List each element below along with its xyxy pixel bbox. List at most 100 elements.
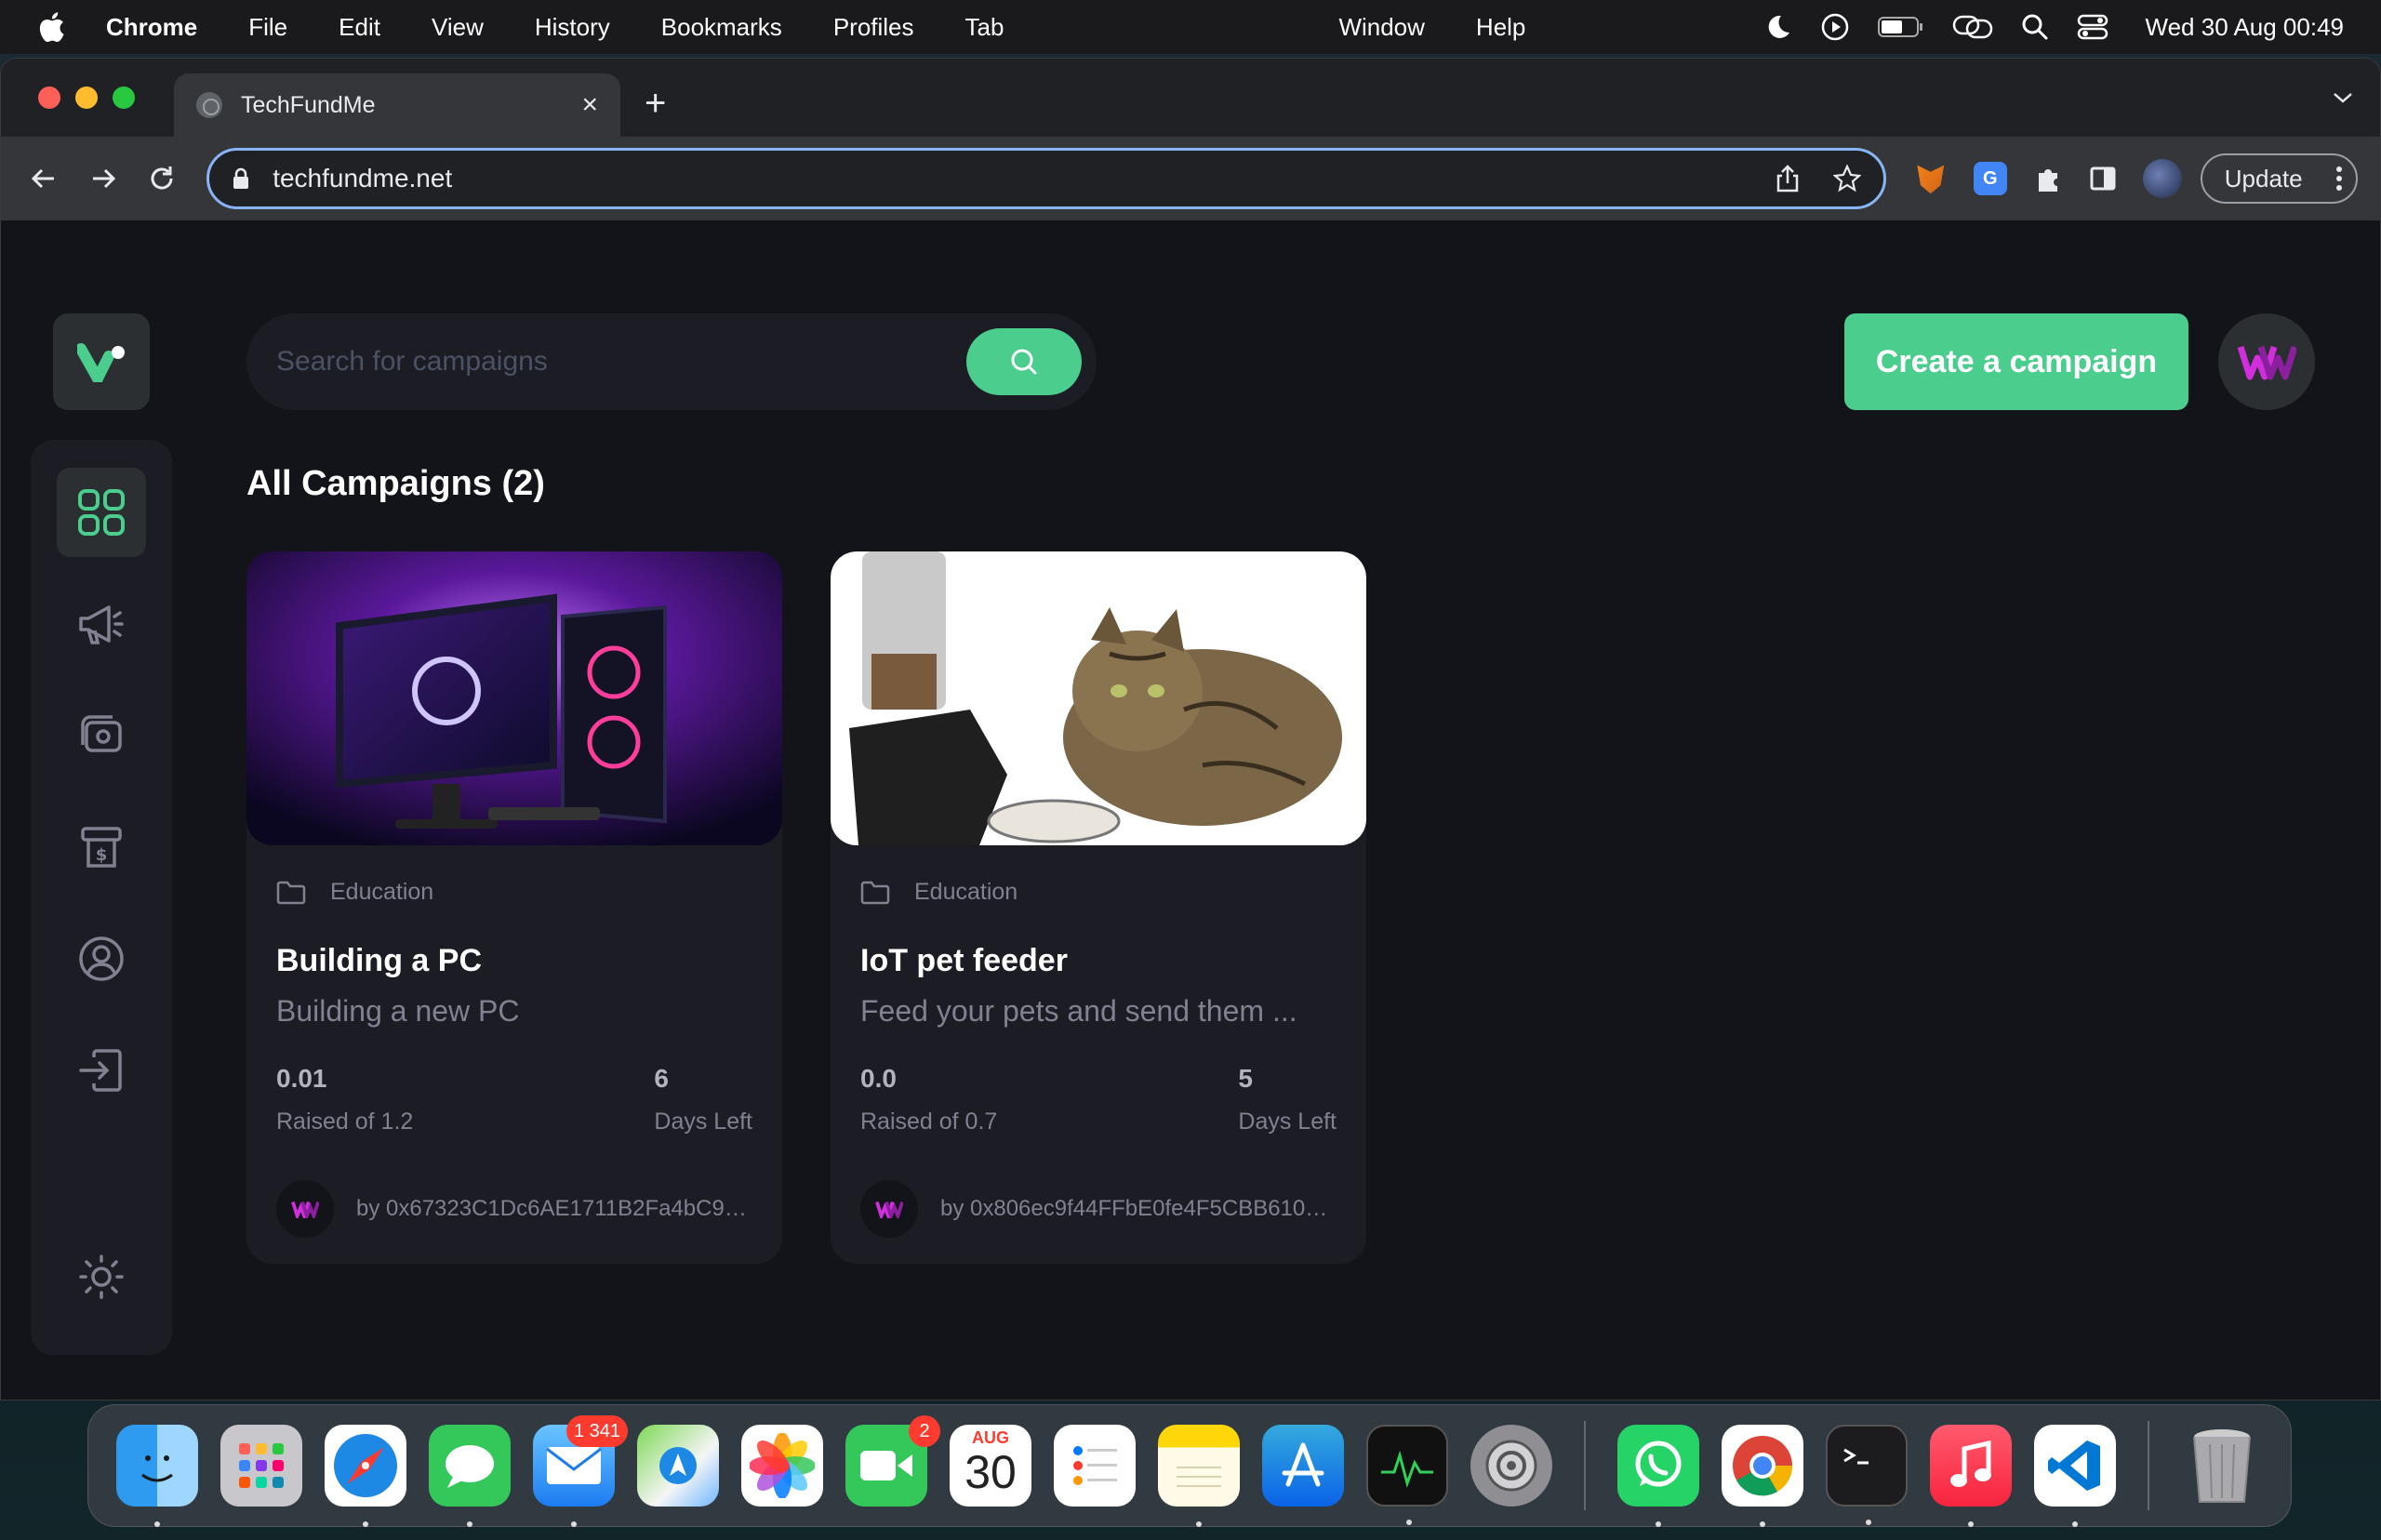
dock-messages[interactable]: [429, 1425, 511, 1527]
apple-icon[interactable]: [37, 11, 65, 43]
dock-app-store[interactable]: [1262, 1425, 1344, 1507]
page-content: $ Create a campaign All Campaigns (2): [1, 220, 2380, 1400]
menu-history[interactable]: History: [535, 13, 610, 42]
search-button[interactable]: [966, 328, 1082, 395]
profile-avatar-button[interactable]: [2218, 313, 2315, 410]
menu-view[interactable]: View: [432, 13, 484, 42]
share-icon[interactable]: [1776, 165, 1800, 192]
tab-techfundme[interactable]: TechFundMe ×: [174, 73, 620, 137]
tab-close-icon[interactable]: ×: [581, 89, 598, 121]
message-bubble-icon: [446, 1445, 494, 1488]
payment-icon: [81, 715, 122, 752]
dock-trash[interactable]: [2181, 1425, 2263, 1507]
sidebar-item-withdraw[interactable]: $: [57, 803, 146, 892]
dock-system-settings[interactable]: [1470, 1425, 1552, 1507]
menu-window[interactable]: Window: [1338, 13, 1424, 42]
menubar-clock[interactable]: Wed 30 Aug 00:49: [2146, 13, 2344, 42]
megaphone-icon: [79, 605, 124, 644]
screen-mirroring-icon[interactable]: [1952, 13, 1993, 41]
menu-help[interactable]: Help: [1476, 13, 1525, 42]
search-bar: [246, 313, 1097, 410]
metamask-icon[interactable]: [1917, 165, 1945, 194]
site-logo[interactable]: [53, 313, 150, 410]
video-camera-icon: [860, 1451, 912, 1480]
search-input[interactable]: [276, 334, 966, 390]
minimize-window-button[interactable]: [75, 86, 98, 109]
dock-maps[interactable]: [637, 1425, 719, 1507]
menu-bookmarks[interactable]: Bookmarks: [661, 13, 782, 42]
sidebar-item-dashboard[interactable]: [57, 468, 146, 557]
dock-terminal[interactable]: [1826, 1425, 1908, 1525]
forward-button[interactable]: [83, 158, 124, 199]
chevron-down-icon[interactable]: [2332, 90, 2354, 105]
svg-text:$: $: [96, 845, 108, 865]
dock-music[interactable]: [1930, 1425, 2012, 1527]
arrow-left-icon: [31, 168, 54, 189]
dock-calendar[interactable]: AUG 30: [950, 1425, 1031, 1507]
whatsapp-icon: [1635, 1440, 1682, 1487]
create-campaign-button[interactable]: Create a campaign: [1844, 313, 2188, 410]
theme-toggle-button[interactable]: [57, 1232, 146, 1321]
wallet-logo-icon: [875, 1201, 903, 1218]
sidebar-item-profile[interactable]: [57, 914, 146, 1003]
browser-window: TechFundMe × + techfundme.net G Update $…: [0, 58, 2381, 1401]
chrome-profile-avatar[interactable]: [2142, 159, 2182, 198]
puzzle-icon[interactable]: [2033, 164, 2063, 193]
zoom-window-button[interactable]: [113, 86, 135, 109]
owner-address: by 0x67323C1Dc6AE1711B2Fa4bC971...: [356, 1196, 747, 1221]
calendar-day: 30: [964, 1446, 1017, 1498]
campaign-raised: 0.01 Raised of 1.2: [276, 1064, 413, 1135]
dashboard-icon: [78, 489, 125, 536]
moon-icon[interactable]: [1764, 13, 1792, 41]
spotlight-icon[interactable]: [2021, 13, 2049, 41]
tab-strip: TechFundMe × +: [1, 59, 2380, 137]
dock-reminders[interactable]: [1054, 1425, 1136, 1507]
sidebar-item-logout[interactable]: [57, 1026, 146, 1115]
browser-toolbar: techfundme.net G Update: [1, 137, 2380, 220]
dock-activity-monitor[interactable]: [1366, 1425, 1448, 1525]
mail-badge: 1 341: [565, 1415, 628, 1447]
dock-whatsapp[interactable]: [1617, 1425, 1699, 1527]
menu-file[interactable]: File: [248, 13, 287, 42]
side-panel-icon[interactable]: [2089, 165, 2117, 192]
menu-profiles[interactable]: Profiles: [833, 13, 914, 42]
close-window-button[interactable]: [38, 86, 60, 109]
dock-finder[interactable]: [116, 1425, 198, 1527]
safari-compass-icon: [334, 1434, 397, 1497]
campaign-card[interactable]: Education Building a PC Building a new P…: [246, 551, 782, 1264]
campaign-category-label: Education: [330, 879, 434, 905]
menu-tab[interactable]: Tab: [965, 13, 1004, 42]
dock-notes[interactable]: [1158, 1425, 1240, 1527]
update-label: Update: [2224, 164, 2303, 192]
translate-icon[interactable]: G: [1973, 162, 2007, 195]
campaign-card[interactable]: Education IoT pet feeder Feed your pets …: [831, 551, 1366, 1264]
dock-vscode[interactable]: [2034, 1425, 2116, 1527]
lock-icon[interactable]: [232, 167, 250, 190]
dock-chrome[interactable]: [1722, 1425, 1803, 1527]
dock-safari[interactable]: [325, 1425, 406, 1527]
campaign-title: IoT pet feeder: [860, 943, 1068, 978]
play-icon[interactable]: [1820, 12, 1850, 42]
reload-button[interactable]: [141, 158, 182, 199]
dock-photos[interactable]: [741, 1425, 823, 1507]
chrome-icon: [1733, 1436, 1793, 1496]
control-center-icon[interactable]: [2077, 13, 2108, 41]
sidebar-item-campaign[interactable]: [57, 579, 146, 669]
update-button[interactable]: Update: [2200, 153, 2358, 204]
dock-launchpad[interactable]: [220, 1425, 302, 1507]
facetime-badge: 2: [909, 1415, 940, 1447]
address-bar[interactable]: techfundme.net: [206, 148, 1886, 209]
menu-app-chrome[interactable]: Chrome: [106, 13, 197, 42]
url-text[interactable]: techfundme.net: [273, 164, 1776, 193]
bookmark-star-icon[interactable]: [1832, 165, 1861, 192]
dock-mail[interactable]: 1 341: [533, 1415, 628, 1527]
battery-icon[interactable]: [1877, 15, 1924, 39]
back-button[interactable]: [23, 158, 64, 199]
dock-facetime[interactable]: 2: [845, 1415, 940, 1507]
notes-icon: [1177, 1467, 1221, 1487]
new-tab-button[interactable]: +: [645, 85, 666, 122]
dock-separator: [1584, 1421, 1586, 1510]
sidebar-item-payment[interactable]: [57, 691, 146, 780]
campaign-category-label: Education: [914, 879, 1018, 905]
menu-edit[interactable]: Edit: [339, 13, 380, 42]
